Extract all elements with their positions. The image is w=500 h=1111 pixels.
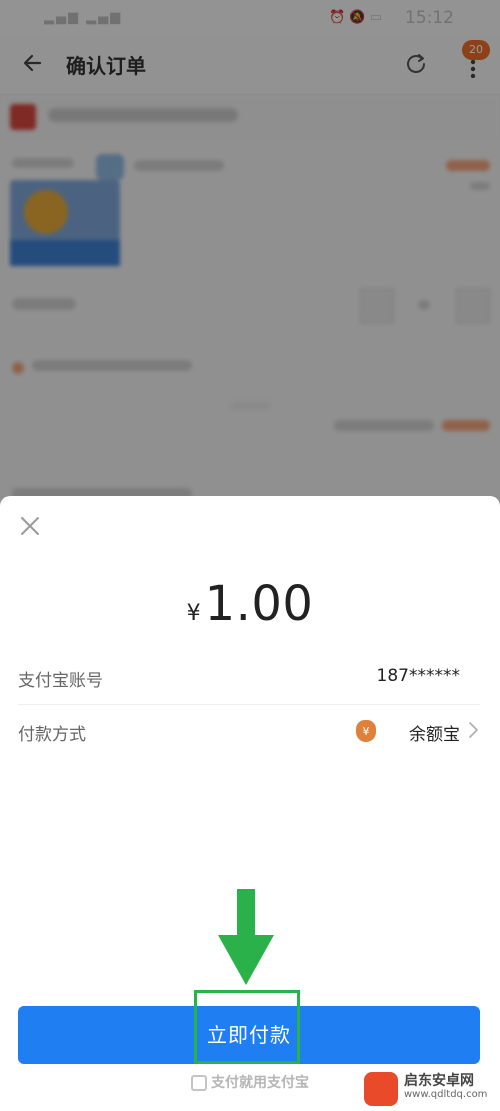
amount-value: 1.00 xyxy=(204,576,314,632)
account-label: 支付宝账号 xyxy=(18,671,103,691)
close-icon[interactable] xyxy=(18,514,42,538)
payment-method-value: 余额宝 xyxy=(409,725,460,745)
currency-symbol: ¥ xyxy=(186,601,201,626)
watermark-title: 启东安卓网 xyxy=(404,1073,474,1089)
payment-sheet: ¥1.00 支付宝账号 187****** 付款方式 ¥ 余额宝 立即付款 支付… xyxy=(0,496,500,1111)
account-value: 187****** xyxy=(376,666,460,686)
highlight-box xyxy=(194,990,300,1064)
modal-dim-overlay[interactable] xyxy=(0,0,500,520)
down-arrow-icon xyxy=(218,889,274,985)
alipay-icon xyxy=(191,1075,207,1091)
watermark-url: www.qdltdq.com xyxy=(404,1089,488,1100)
money-bag-icon: ¥ xyxy=(356,720,376,742)
payment-method-row[interactable]: 付款方式 ¥ 余额宝 xyxy=(18,706,480,758)
chevron-right-icon xyxy=(469,722,478,738)
site-watermark: 启东安卓网 www.qdltdq.com xyxy=(364,1070,496,1108)
account-row: 支付宝账号 187****** xyxy=(18,652,480,705)
watermark-logo xyxy=(364,1072,398,1106)
alipay-slogan: 支付就用支付宝 xyxy=(211,1075,309,1091)
order-page-background: ▂▄▆ ▂▄▆ ⏰ 🔕 ▭ 15:12 确认订单 20 xyxy=(0,0,500,520)
payment-method-label: 付款方式 xyxy=(18,725,86,745)
payment-amount: ¥1.00 xyxy=(0,576,500,632)
